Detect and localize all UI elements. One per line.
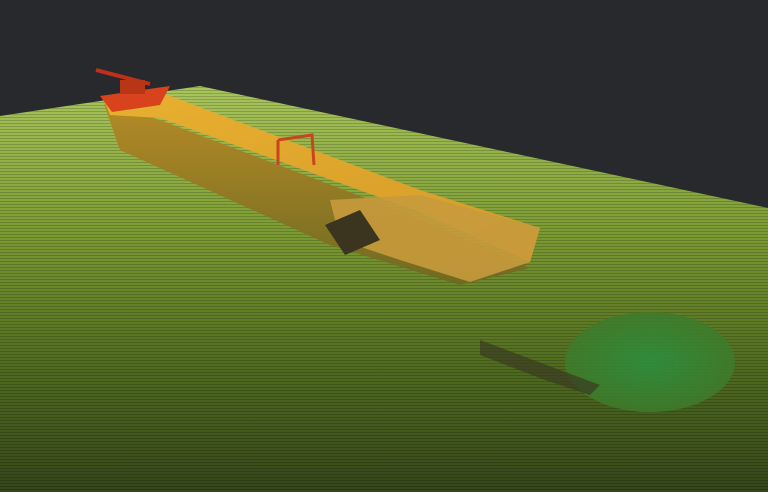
scour-pit bbox=[565, 312, 735, 412]
seabed-texture bbox=[0, 86, 768, 492]
point-cloud-viewport[interactable] bbox=[0, 0, 768, 492]
point-cloud-render bbox=[0, 68, 768, 492]
